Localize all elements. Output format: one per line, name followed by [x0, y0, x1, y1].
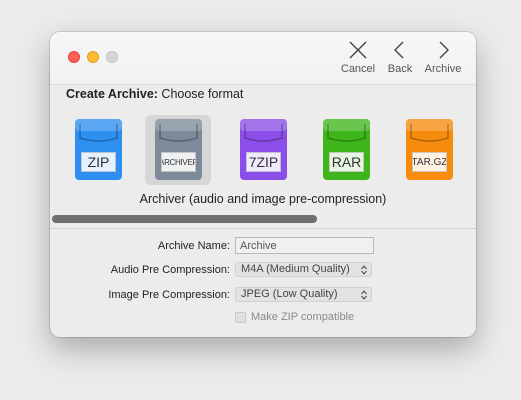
divider [50, 228, 476, 229]
format-archiver-label: ARCHIVER [161, 152, 196, 172]
format-targz-label: TAR.GZ [412, 152, 447, 172]
archive-button[interactable]: Archive [422, 40, 464, 80]
close-icon [349, 41, 367, 59]
format-zip[interactable]: ZIP [65, 115, 131, 185]
cancel-label: Cancel [340, 63, 376, 75]
archive-name-label: Archive Name: [157, 240, 230, 252]
audio-compression-label: Audio Pre Compression: [110, 264, 230, 276]
page-title: Create Archive: Choose format [66, 87, 243, 101]
zip-compatible-label: Make ZIP compatible [251, 311, 355, 323]
chevron-left-icon [394, 41, 404, 59]
format-7zip-label: 7ZIP [246, 152, 281, 172]
image-compression-select[interactable]: JPEG (Low Quality) [235, 287, 372, 302]
format-rar[interactable]: RAR [313, 115, 379, 185]
image-compression-label: Image Pre Compression: [108, 289, 230, 301]
updown-arrows-icon [361, 265, 367, 275]
image-compression-value: JPEG (Low Quality) [241, 288, 338, 300]
format-rar-label: RAR [329, 152, 364, 172]
format-archiver[interactable]: ARCHIVER [145, 115, 211, 185]
close-window-button[interactable] [68, 51, 80, 63]
create-archive-window: Cancel Back Archive Create Archive: Choo… [50, 32, 476, 337]
updown-arrows-icon [361, 290, 367, 300]
page-title-bold: Create Archive: [66, 87, 158, 101]
format-zip-label: ZIP [81, 152, 116, 172]
format-targz[interactable]: TAR.GZ [396, 115, 462, 185]
format-picker: ZIP ARCHIVER 7ZIP RAR [50, 112, 476, 186]
zip-compatible-row[interactable]: Make ZIP compatible [235, 310, 354, 324]
page-title-rest: Choose format [161, 87, 244, 101]
format-7zip[interactable]: 7ZIP [230, 115, 296, 185]
minimize-window-button[interactable] [87, 51, 99, 63]
cancel-button[interactable]: Cancel [339, 40, 377, 80]
horizontal-scrollbar[interactable] [52, 215, 317, 223]
zip-compatible-checkbox[interactable] [235, 311, 246, 323]
back-label: Back [387, 63, 413, 75]
format-description: Archiver (audio and image pre-compressio… [139, 192, 387, 206]
title-bar: Cancel Back Archive [50, 32, 476, 85]
back-button[interactable]: Back [385, 40, 415, 80]
chevron-right-icon [439, 41, 449, 59]
zoom-window-button[interactable] [106, 51, 118, 63]
archive-name-input[interactable] [235, 237, 374, 254]
archive-label: Archive [424, 63, 462, 75]
audio-compression-value: M4A (Medium Quality) [241, 263, 350, 275]
audio-compression-select[interactable]: M4A (Medium Quality) [235, 262, 372, 277]
